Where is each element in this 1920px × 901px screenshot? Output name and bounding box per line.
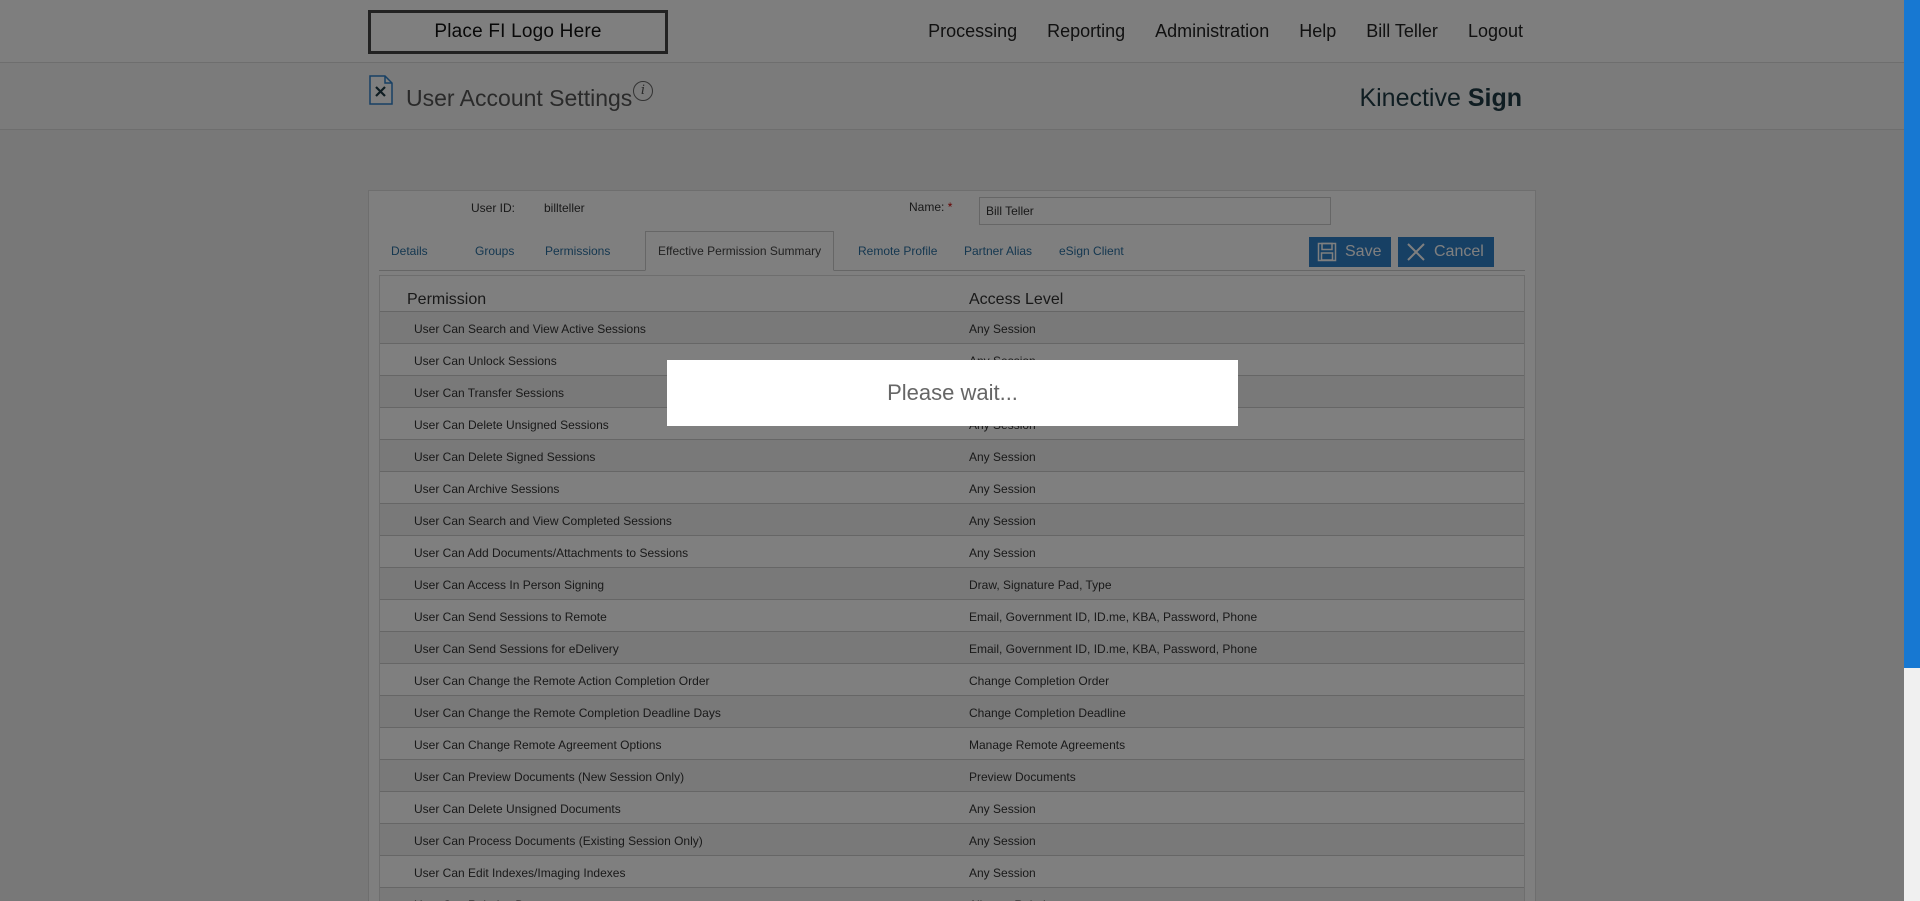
please-wait-dialog: Please wait... — [667, 360, 1238, 426]
scrollbar-thumb[interactable] — [1904, 0, 1920, 668]
loading-overlay — [0, 0, 1920, 901]
